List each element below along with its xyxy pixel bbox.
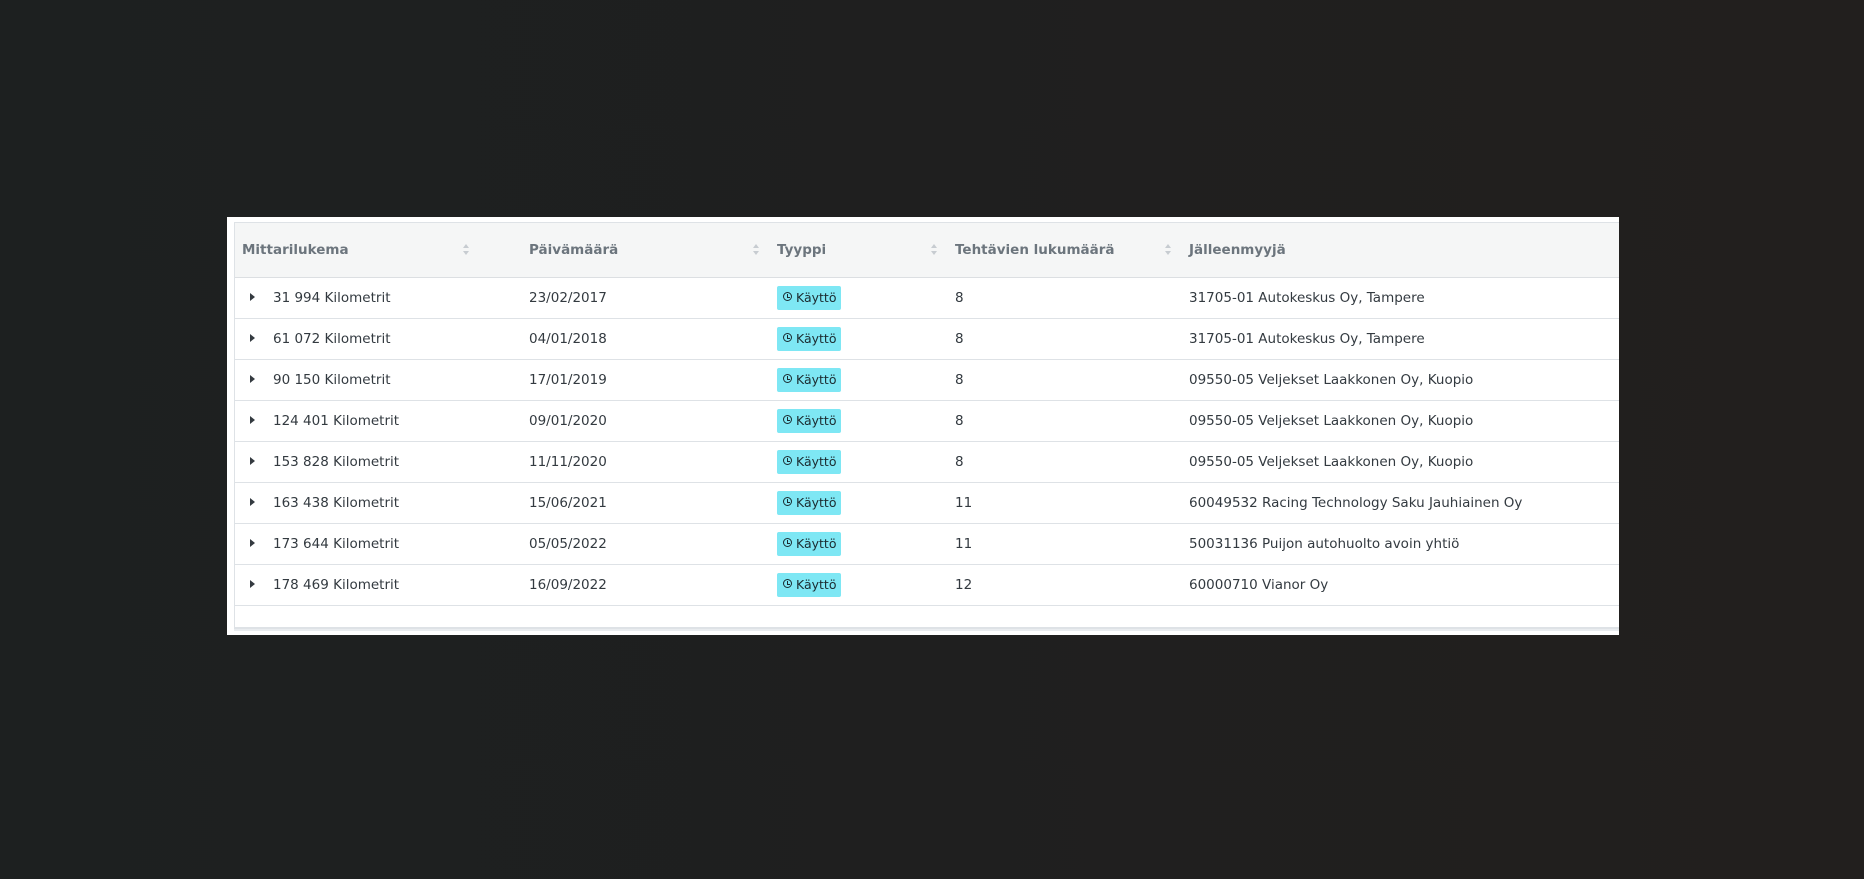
table-row[interactable]: 124 401 Kilometrit 09/01/2020 Käyttö 8 09550… [235,401,1619,442]
sort-icon[interactable] [463,244,471,256]
service-history-table: Mittarilukema Päivämäärä Tyyppi Tehtävie… [234,222,1619,628]
type-badge: Käyttö [777,491,841,515]
date-cell: 15/06/2021 [529,495,607,511]
caret-right-icon[interactable] [250,539,255,547]
type-badge: Käyttö [777,573,841,597]
dealer-cell: 31705-01 Autokeskus Oy, Tampere [1189,290,1425,306]
sort-icon[interactable] [931,244,939,256]
task-count-cell: 8 [955,454,964,470]
type-badge-label: Käyttö [796,454,837,469]
type-badge-label: Käyttö [796,372,837,387]
table-row[interactable]: 153 828 Kilometrit 11/11/2020 Käyttö 8 09550… [235,442,1619,483]
mileage-cell: 173 644 Kilometrit [273,536,400,552]
clock-icon [783,415,792,424]
type-badge-label: Käyttö [796,413,837,428]
caret-right-icon[interactable] [250,293,255,301]
type-badge: Käyttö [777,450,841,474]
clock-icon [783,292,792,301]
table-row[interactable]: 90 150 Kilometrit 17/01/2019 Käyttö 8 09550-… [235,360,1619,401]
date-cell: 04/01/2018 [529,331,607,347]
task-count-cell: 8 [955,413,964,429]
task-count-cell: 11 [955,536,973,552]
dealer-cell: 09550-05 Veljekset Laakkonen Oy, Kuopio [1189,372,1474,388]
mileage-cell: 153 828 Kilometrit [273,454,400,470]
mileage-cell: 163 438 Kilometrit [273,495,400,511]
column-header-type[interactable]: Tyyppi [777,223,826,278]
type-badge: Käyttö [777,327,841,351]
type-badge-label: Käyttö [796,495,837,510]
mileage-cell: 90 150 Kilometrit [273,372,391,388]
clock-icon [783,456,792,465]
type-badge-label: Käyttö [796,577,837,592]
task-count-cell: 8 [955,331,964,347]
clock-icon [783,538,792,547]
task-count-cell: 11 [955,495,973,511]
caret-right-icon[interactable] [250,580,255,588]
task-count-cell: 12 [955,577,973,593]
sort-icon[interactable] [1165,244,1173,256]
task-count-cell: 8 [955,290,964,306]
table-row[interactable]: 163 438 Kilometrit 15/06/2021 Käyttö 11 6004… [235,483,1619,524]
dealer-cell: 60049532 Racing Technology Saku Jauhiain… [1189,495,1523,511]
date-cell: 05/05/2022 [529,536,607,552]
service-history-panel: Mittarilukema Päivämäärä Tyyppi Tehtävie… [227,217,1619,635]
column-header-date[interactable]: Päivämäärä [529,223,618,278]
clock-icon [783,579,792,588]
table-row[interactable]: 173 644 Kilometrit 05/05/2022 Käyttö 11 5003… [235,524,1619,565]
caret-right-icon[interactable] [250,334,255,342]
column-header-mileage[interactable]: Mittarilukema [242,223,349,278]
table-row[interactable]: 61 072 Kilometrit 04/01/2018 Käyttö 8 31705-… [235,319,1619,360]
clock-icon [783,333,792,342]
date-cell: 16/09/2022 [529,577,607,593]
dealer-cell: 31705-01 Autokeskus Oy, Tampere [1189,331,1425,347]
type-badge-label: Käyttö [796,536,837,551]
caret-right-icon[interactable] [250,416,255,424]
dealer-cell: 60000710 Vianor Oy [1189,577,1329,593]
type-badge-label: Käyttö [796,290,837,305]
type-badge: Käyttö [777,368,841,392]
table-row[interactable]: 31 994 Kilometrit 23/02/2017 Käyttö 8 31705-… [235,278,1619,319]
column-header-task-count[interactable]: Tehtävien lukumäärä [955,223,1115,278]
date-cell: 17/01/2019 [529,372,607,388]
clock-icon [783,497,792,506]
mileage-cell: 31 994 Kilometrit [273,290,391,306]
mileage-cell: 124 401 Kilometrit [273,413,400,429]
date-cell: 11/11/2020 [529,454,607,470]
task-count-cell: 8 [955,372,964,388]
table-header: Mittarilukema Päivämäärä Tyyppi Tehtävie… [235,223,1619,278]
mileage-cell: 61 072 Kilometrit [273,331,391,347]
type-badge-label: Käyttö [796,331,837,346]
date-cell: 23/02/2017 [529,290,607,306]
dealer-cell: 09550-05 Veljekset Laakkonen Oy, Kuopio [1189,454,1474,470]
caret-right-icon[interactable] [250,498,255,506]
type-badge: Käyttö [777,409,841,433]
dealer-cell: 50031136 Puijon autohuolto avoin yhtiö [1189,536,1460,552]
caret-right-icon[interactable] [250,457,255,465]
mileage-cell: 178 469 Kilometrit [273,577,400,593]
table-row[interactable]: 178 469 Kilometrit 16/09/2022 Käyttö 12 6000… [235,565,1619,606]
type-badge: Käyttö [777,532,841,556]
caret-right-icon[interactable] [250,375,255,383]
date-cell: 09/01/2020 [529,413,607,429]
sort-icon[interactable] [753,244,761,256]
column-header-dealer: Jälleenmyyjä [1189,242,1286,258]
dealer-cell: 09550-05 Veljekset Laakkonen Oy, Kuopio [1189,413,1474,429]
clock-icon [783,374,792,383]
table-footer [234,628,1619,631]
type-badge: Käyttö [777,286,841,310]
